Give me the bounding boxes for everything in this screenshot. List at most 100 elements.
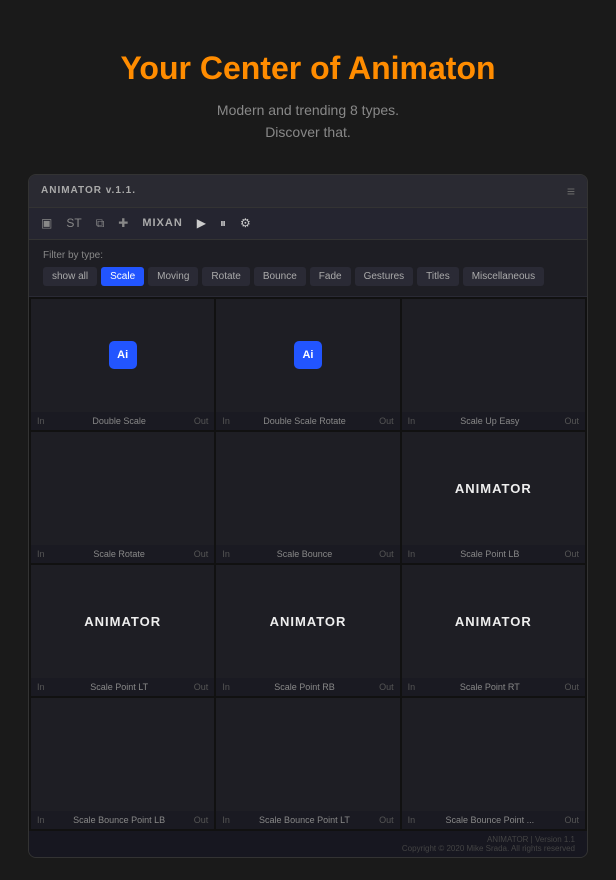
cell-out-label: Out [564, 815, 579, 825]
cell-footer: In Scale Bounce Point LT Out [216, 811, 399, 829]
cell-name: Scale Bounce Point ... [446, 815, 535, 825]
animator-text: ANIMATOR [455, 481, 532, 496]
cell-preview [402, 299, 585, 412]
cell-name: Scale Bounce Point LB [73, 815, 165, 825]
footer-line2: Copyright © 2020 Mike Srada. All rights … [402, 844, 575, 853]
filter-btn-moving[interactable]: Moving [148, 267, 198, 286]
list-item[interactable]: In Scale Rotate Out [31, 432, 214, 563]
list-item[interactable]: In Scale Bounce Out [216, 432, 399, 563]
cell-name: Scale Bounce Point LT [259, 815, 350, 825]
cell-name: Scale Rotate [93, 549, 145, 559]
play-button[interactable]: ▶ [197, 216, 206, 230]
filter-btn-fade[interactable]: Fade [310, 267, 351, 286]
cell-out-label: Out [564, 549, 579, 559]
cell-preview [216, 432, 399, 545]
app-window: ANIMATOR v.1.1. ≡ ▣ ST ⧉ ✚ MIXAN ▶ ⏸ ⚙ F… [28, 174, 588, 858]
cell-preview: Ai [216, 299, 399, 412]
mixan-label[interactable]: MIXAN [142, 217, 182, 229]
filter-label: Filter by type: [43, 250, 573, 261]
list-item[interactable]: In Scale Bounce Point LT Out [216, 698, 399, 829]
cell-out-label: Out [379, 815, 394, 825]
cell-out-label: Out [194, 815, 209, 825]
cell-in-label: In [37, 682, 45, 692]
cell-footer: In Scale Up Easy Out [402, 412, 585, 430]
app-version-label: ANIMATOR v.1.1. [41, 185, 136, 196]
cell-name: Double Scale [92, 416, 146, 426]
cell-preview: ANIMATOR [402, 432, 585, 545]
ai-icon: Ai [294, 341, 322, 369]
list-item[interactable]: ANIMATOR In Scale Point RT Out [402, 565, 585, 696]
cell-in-label: In [37, 416, 45, 426]
filter-btn-misc[interactable]: Miscellaneous [463, 267, 544, 286]
toolbar-add-icon[interactable]: ✚ [118, 216, 128, 230]
cell-preview [402, 698, 585, 811]
cell-out-label: Out [379, 416, 394, 426]
hero-subtitle-line2: Discover that. [265, 124, 351, 140]
toolbar-grid-icon[interactable]: ▣ [41, 216, 52, 230]
cell-footer: In Scale Rotate Out [31, 545, 214, 563]
cell-in-label: In [408, 815, 416, 825]
list-item[interactable]: In Scale Up Easy Out [402, 299, 585, 430]
list-item[interactable]: Ai In Double Scale Out [31, 299, 214, 430]
filter-bar: Filter by type: show all Scale Moving Ro… [29, 240, 587, 297]
animator-text: ANIMATOR [270, 614, 347, 629]
cell-out-label: Out [194, 416, 209, 426]
toolbar-layers-icon[interactable]: ⧉ [96, 216, 105, 231]
hero-subtitle: Modern and trending 8 types. Discover th… [120, 99, 495, 144]
filter-btn-bounce[interactable]: Bounce [254, 267, 306, 286]
cell-out-label: Out [379, 549, 394, 559]
cell-out-label: Out [194, 549, 209, 559]
pause-button[interactable]: ⏸ [220, 216, 226, 231]
app-footer: ANIMATOR | Version 1.1 Copyright © 2020 … [29, 831, 587, 857]
title-bar: ANIMATOR v.1.1. ≡ [29, 175, 587, 208]
cell-in-label: In [408, 416, 416, 426]
list-item[interactable]: In Scale Bounce Point LB Out [31, 698, 214, 829]
filter-btn-rotate[interactable]: Rotate [202, 267, 249, 286]
cell-in-label: In [222, 682, 230, 692]
cell-name: Scale Point RT [460, 682, 520, 692]
cell-in-label: In [222, 549, 230, 559]
cell-name: Scale Up Easy [460, 416, 519, 426]
list-item[interactable]: Ai In Double Scale Rotate Out [216, 299, 399, 430]
filter-btn-titles[interactable]: Titles [417, 267, 459, 286]
cell-in-label: In [408, 682, 416, 692]
hero-section: Your Center of Animaton Modern and trend… [100, 0, 515, 174]
cell-footer: In Double Scale Rotate Out [216, 412, 399, 430]
cell-in-label: In [37, 549, 45, 559]
cell-out-label: Out [564, 416, 579, 426]
list-item[interactable]: ANIMATOR In Scale Point RB Out [216, 565, 399, 696]
settings-button[interactable]: ⚙ [240, 216, 251, 230]
filter-btn-all[interactable]: show all [43, 267, 97, 286]
cell-preview: ANIMATOR [31, 565, 214, 678]
list-item[interactable]: ANIMATOR In Scale Point LT Out [31, 565, 214, 696]
toolbar: ▣ ST ⧉ ✚ MIXAN ▶ ⏸ ⚙ [29, 208, 587, 240]
cell-in-label: In [408, 549, 416, 559]
ai-icon: Ai [109, 341, 137, 369]
hero-subtitle-line1: Modern and trending 8 types. [217, 102, 399, 118]
cell-name: Scale Point RB [274, 682, 335, 692]
footer-text: ANIMATOR | Version 1.1 Copyright © 2020 … [402, 835, 575, 853]
cell-name: Double Scale Rotate [263, 416, 346, 426]
animation-grid: Ai In Double Scale Out Ai In Double Scal… [29, 297, 587, 831]
cell-footer: In Scale Bounce Point LB Out [31, 811, 214, 829]
cell-name: Scale Bounce [277, 549, 333, 559]
animator-text: ANIMATOR [84, 614, 161, 629]
cell-in-label: In [222, 815, 230, 825]
cell-name: Scale Point LB [460, 549, 519, 559]
cell-in-label: In [222, 416, 230, 426]
list-item[interactable]: ANIMATOR In Scale Point LB Out [402, 432, 585, 563]
toolbar-st-label[interactable]: ST [66, 216, 81, 230]
cell-preview [216, 698, 399, 811]
list-item[interactable]: In Scale Bounce Point ... Out [402, 698, 585, 829]
cell-footer: In Double Scale Out [31, 412, 214, 430]
cell-footer: In Scale Point LB Out [402, 545, 585, 563]
animator-text: ANIMATOR [455, 614, 532, 629]
cell-footer: In Scale Point RB Out [216, 678, 399, 696]
cell-preview: ANIMATOR [216, 565, 399, 678]
cell-out-label: Out [564, 682, 579, 692]
cell-footer: In Scale Bounce Out [216, 545, 399, 563]
menu-icon[interactable]: ≡ [567, 183, 575, 199]
filter-btn-gestures[interactable]: Gestures [355, 267, 414, 286]
filter-btn-scale[interactable]: Scale [101, 267, 144, 286]
cell-in-label: In [37, 815, 45, 825]
